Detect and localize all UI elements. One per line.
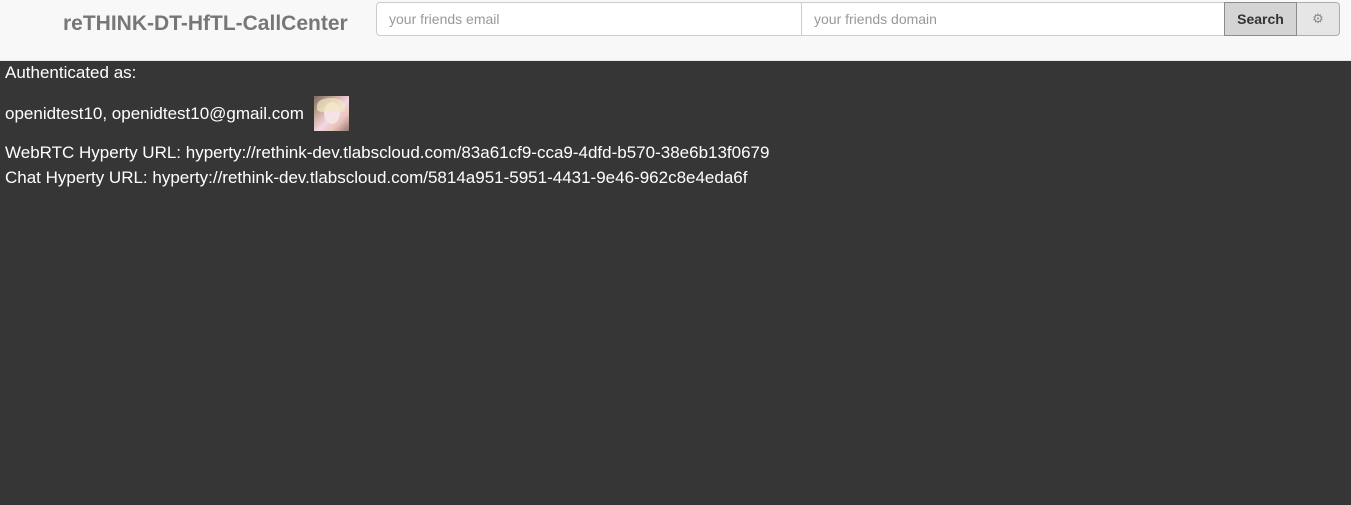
user-name-email: openidtest10, openidtest10@gmail.com xyxy=(5,103,304,123)
top-navbar: reTHINK-DT-HfTL-CallCenter Search ⚙ xyxy=(0,0,1351,61)
gear-icon: ⚙ xyxy=(1312,11,1324,26)
friend-domain-input[interactable] xyxy=(802,2,1225,36)
app-brand[interactable]: reTHINK-DT-HfTL-CallCenter xyxy=(63,11,348,37)
avatar xyxy=(313,96,349,131)
webrtc-hyperty-url: WebRTC Hyperty URL: hyperty://rethink-de… xyxy=(5,143,770,162)
chat-hyperty-url: Chat Hyperty URL: hyperty://rethink-dev.… xyxy=(5,168,748,187)
user-identity: openidtest10, openidtest10@gmail.com xyxy=(5,96,349,131)
friend-email-input[interactable] xyxy=(376,2,802,36)
search-button[interactable]: Search xyxy=(1224,2,1297,36)
settings-button[interactable]: ⚙ xyxy=(1297,2,1340,36)
friend-search-form: Search ⚙ xyxy=(376,2,1340,36)
authenticated-label: Authenticated as: xyxy=(5,63,137,82)
